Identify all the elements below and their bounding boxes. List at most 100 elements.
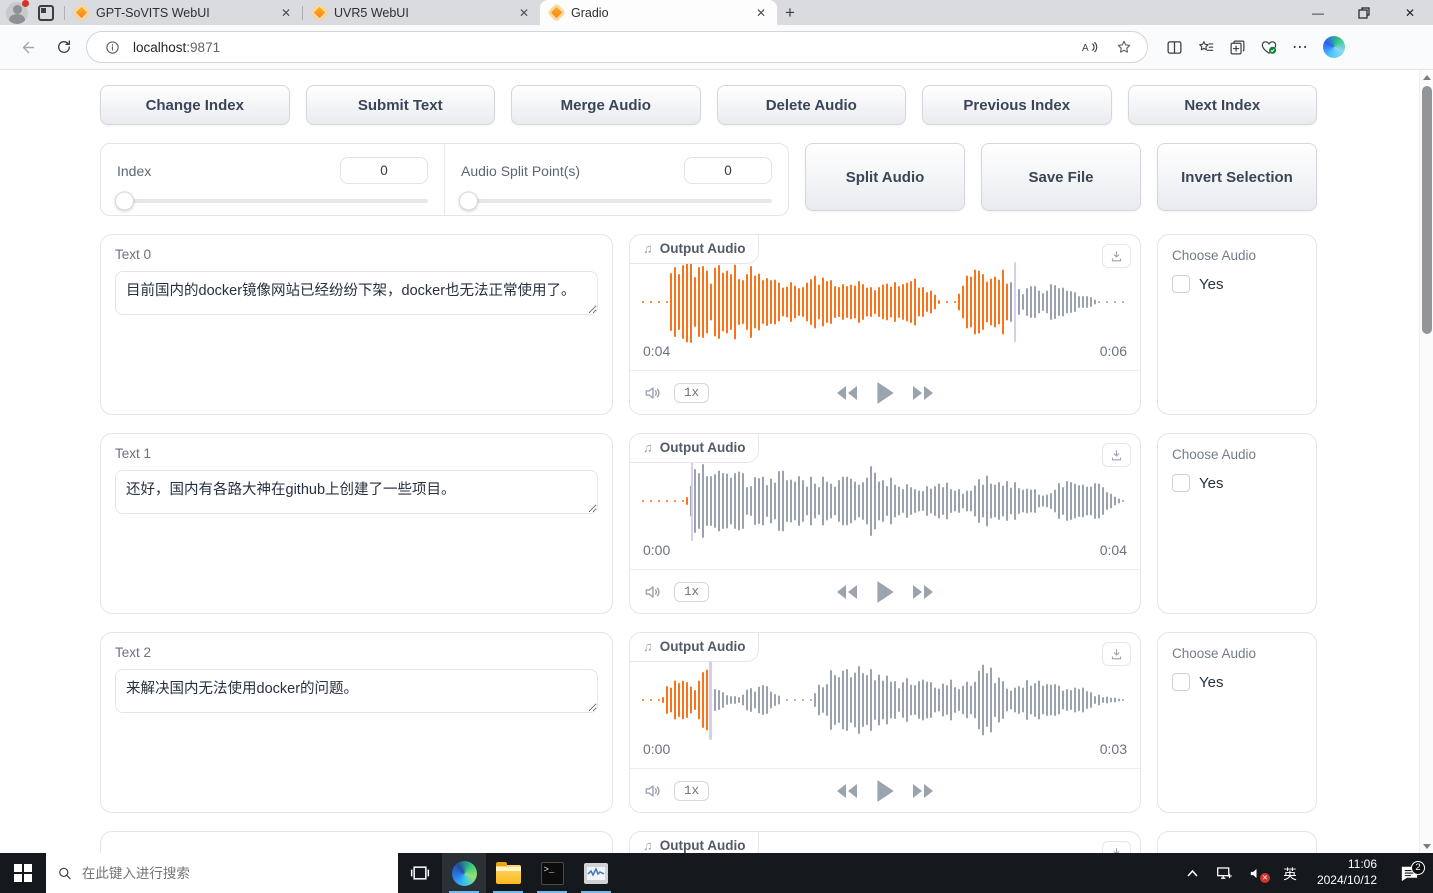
browser-tabstrip: GPT-SoVITS WebUI ✕ UVR5 WebUI ✕ Gradio ✕…: [0, 0, 1433, 25]
more-menu-icon[interactable]: ⋯: [1292, 37, 1309, 57]
tab-close-icon[interactable]: ✕: [278, 6, 294, 20]
notification-center-button[interactable]: 2: [1389, 860, 1429, 882]
playback-cursor[interactable]: [709, 660, 712, 740]
playback-speed-button[interactable]: 1x: [674, 382, 710, 403]
scroll-up-icon[interactable]: [1420, 70, 1433, 84]
close-button[interactable]: ✕: [1387, 0, 1433, 25]
download-audio-button[interactable]: [1102, 244, 1131, 268]
text-input-0[interactable]: 目前国内的docker镜像网站已经纷纷下架，docker也无法正常使用了。: [115, 271, 598, 315]
windows-taskbar: >_ ✕ 英 11:06 2024/10/12: [0, 853, 1433, 893]
url-text[interactable]: localhost:9871: [133, 40, 1069, 55]
delete-audio-button[interactable]: Delete Audio: [716, 85, 906, 125]
start-button[interactable]: [0, 853, 46, 893]
copilot-icon[interactable]: [1323, 36, 1345, 58]
gradio-favicon: [310, 3, 329, 22]
tray-chevron-icon[interactable]: [1179, 853, 1207, 893]
text-input-2[interactable]: 来解决国内无法使用docker的问题。: [115, 669, 598, 713]
address-bar[interactable]: localhost:9871 A: [86, 31, 1148, 63]
restore-button[interactable]: [1341, 0, 1387, 25]
text-input-1[interactable]: 还好，国内有各路大神在github上创建了一些项目。: [115, 470, 598, 514]
play-icon[interactable]: [873, 778, 897, 804]
back-icon[interactable]: [14, 33, 42, 61]
index-slider-thumb[interactable]: [115, 191, 134, 211]
choose-audio-checkbox[interactable]: [1172, 474, 1190, 492]
profile-avatar[interactable]: [6, 0, 29, 24]
text-label: Text 0: [115, 247, 152, 262]
split-number-input[interactable]: [684, 157, 772, 184]
waveform[interactable]: [642, 461, 1128, 541]
audio-controls: 1x: [630, 370, 1140, 414]
skip-forward-icon[interactable]: [911, 781, 935, 801]
split-slider[interactable]: [459, 191, 772, 211]
tab-close-icon[interactable]: ✕: [753, 6, 769, 20]
workspaces-icon[interactable]: [38, 4, 54, 21]
volume-icon[interactable]: [642, 383, 664, 403]
collections-icon[interactable]: [1229, 39, 1246, 56]
search-input[interactable]: [81, 865, 386, 881]
read-aloud-icon[interactable]: A: [1077, 34, 1103, 60]
taskbar-clock[interactable]: 11:06 2024/10/12: [1309, 857, 1385, 888]
playback-speed-button[interactable]: 1x: [674, 581, 710, 602]
refresh-icon[interactable]: [50, 33, 78, 61]
taskbar-search[interactable]: [46, 853, 398, 893]
merge-audio-button[interactable]: Merge Audio: [511, 85, 701, 125]
taskbar-cmd-button[interactable]: >_: [530, 853, 574, 893]
save-file-button[interactable]: Save File: [981, 143, 1141, 211]
index-number-input[interactable]: [340, 157, 428, 184]
tab-uvr5[interactable]: UVR5 WebUI ✕: [303, 0, 540, 25]
taskbar-media-app-button[interactable]: [574, 853, 618, 893]
choose-audio-checkbox[interactable]: [1172, 275, 1190, 293]
network-icon[interactable]: [1211, 853, 1239, 893]
choose-audio-checkbox[interactable]: [1172, 673, 1190, 691]
taskbar-edge-button[interactable]: [442, 853, 486, 893]
skip-forward-icon[interactable]: [911, 582, 935, 602]
new-tab-button[interactable]: +: [777, 0, 803, 25]
volume-muted-icon[interactable]: ✕: [1243, 853, 1271, 893]
waveform[interactable]: [642, 261, 1128, 343]
playback-cursor[interactable]: [1013, 262, 1017, 342]
tab-gradio[interactable]: Gradio ✕: [540, 0, 777, 25]
favorite-star-icon[interactable]: [1111, 34, 1137, 60]
taskbar-explorer-button[interactable]: [486, 853, 530, 893]
scrollbar-thumb[interactable]: [1422, 86, 1432, 334]
play-icon[interactable]: [873, 579, 897, 605]
choose-panel-3: Choose Audio: [1157, 831, 1317, 853]
choose-panel-0: Choose Audio Yes: [1157, 234, 1317, 415]
minimize-button[interactable]: —: [1295, 0, 1341, 25]
tab-gpt-sovits[interactable]: GPT-SoVITS WebUI ✕: [65, 0, 302, 25]
skip-back-icon[interactable]: [835, 582, 859, 602]
current-time: 0:00: [643, 741, 671, 757]
volume-icon[interactable]: [642, 582, 664, 602]
previous-index-button[interactable]: Previous Index: [922, 85, 1112, 125]
index-slider[interactable]: [115, 191, 428, 211]
favorites-icon[interactable]: [1197, 39, 1215, 56]
scroll-down-icon[interactable]: [1420, 839, 1433, 853]
volume-icon[interactable]: [642, 781, 664, 801]
next-index-button[interactable]: Next Index: [1127, 85, 1317, 125]
split-audio-button[interactable]: Split Audio: [805, 143, 965, 211]
split-screen-icon[interactable]: [1166, 39, 1183, 56]
download-audio-button[interactable]: [1102, 443, 1131, 467]
submit-text-button[interactable]: Submit Text: [305, 85, 495, 125]
change-index-button[interactable]: Change Index: [100, 85, 290, 125]
download-audio-button[interactable]: [1102, 642, 1131, 666]
play-icon[interactable]: [873, 380, 897, 406]
skip-back-icon[interactable]: [835, 781, 859, 801]
url-port: :9871: [186, 39, 221, 55]
browser-essentials-icon[interactable]: [1260, 39, 1278, 56]
text-panel-3: Text 3: [100, 831, 613, 853]
page-scrollbar[interactable]: [1419, 70, 1433, 853]
current-time: 0:04: [643, 343, 671, 359]
download-audio-button[interactable]: [1102, 841, 1131, 853]
playback-speed-button[interactable]: 1x: [674, 780, 710, 801]
info-icon[interactable]: [99, 34, 125, 60]
split-slider-thumb[interactable]: [459, 191, 478, 211]
waveform[interactable]: [642, 660, 1128, 740]
ime-indicator[interactable]: 英: [1275, 863, 1305, 883]
tab-close-icon[interactable]: ✕: [516, 6, 532, 20]
task-view-button[interactable]: [398, 853, 442, 893]
playback-cursor[interactable]: [690, 461, 694, 541]
skip-back-icon[interactable]: [835, 383, 859, 403]
invert-selection-button[interactable]: Invert Selection: [1157, 143, 1317, 211]
skip-forward-icon[interactable]: [911, 383, 935, 403]
